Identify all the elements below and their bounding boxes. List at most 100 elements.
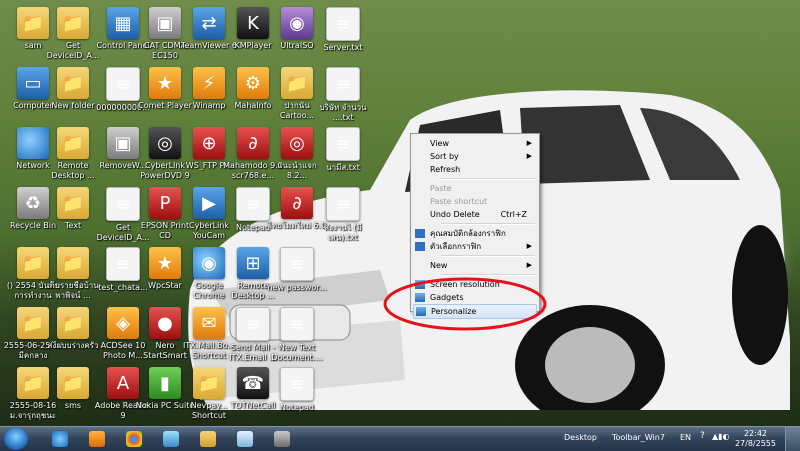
document-icon: ≡ bbox=[236, 307, 270, 341]
folder-icon: 📁 bbox=[57, 67, 89, 99]
desktop-icon-label: Server.txt bbox=[323, 43, 363, 52]
menu-separator bbox=[441, 178, 535, 180]
toolbar-desktop[interactable]: Desktop bbox=[564, 433, 597, 442]
document-icon: ≡ bbox=[236, 187, 270, 221]
folder-icon: 📁 bbox=[193, 367, 225, 399]
desktop-icon[interactable]: ≡ New Text Document.... bbox=[266, 304, 328, 366]
toolbar-win7[interactable]: Toolbar_Win7 bbox=[612, 433, 665, 442]
desktop-icon[interactable]: ≡ บริษัท จำนวน ....txt bbox=[312, 64, 374, 126]
menu-item-label: Paste shortcut bbox=[430, 197, 488, 206]
desktop-icon-label: นามีส.txt bbox=[326, 163, 360, 172]
eye-icon: ◎ bbox=[149, 127, 181, 159]
clock[interactable]: 22:42 27/8/2555 bbox=[735, 429, 776, 449]
desktop[interactable]: 📁 sam 📁 Get DeviceID_A... ▦ Control Panel ▣ CAT… bbox=[0, 0, 800, 426]
desktop-icon[interactable]: ≡ ส่งงานไ (มีเสน).txt bbox=[312, 184, 374, 246]
menu-item-label: Refresh bbox=[430, 165, 461, 174]
menu-item-paste-shortcut[interactable]: Paste shortcut bbox=[413, 195, 537, 208]
submenu-arrow-icon: ▶ bbox=[526, 261, 532, 269]
document-icon: ≡ bbox=[326, 7, 360, 41]
folder-icon: 📁 bbox=[57, 127, 89, 159]
submenu-arrow-icon: ▶ bbox=[526, 152, 532, 160]
nero-icon: ● bbox=[149, 307, 181, 339]
disc-icon: ◉ bbox=[281, 7, 313, 39]
document-icon: ≡ bbox=[326, 67, 360, 101]
taskbar-ie-button[interactable] bbox=[46, 429, 74, 449]
menu-item-label: View bbox=[430, 139, 449, 148]
desktop-icon[interactable]: ≡ new passwor... bbox=[266, 244, 328, 306]
target-icon: ◎ bbox=[281, 127, 313, 159]
mahamodo-icon: ∂ bbox=[281, 187, 313, 219]
folder-icon: 📁 bbox=[57, 307, 89, 339]
explorer-icon bbox=[200, 431, 216, 447]
notification-tray-icons[interactable]: ▲▮◐ bbox=[712, 432, 730, 441]
camera-icon: ▶ bbox=[193, 187, 225, 219]
menu-item-new[interactable]: New ▶ bbox=[413, 259, 537, 272]
menu-item-item-8[interactable]: คุณสมบัติกล้องกราฟิก bbox=[413, 227, 537, 240]
gear-icon: ⚙ bbox=[237, 67, 269, 99]
toolbox-icon bbox=[274, 431, 290, 447]
folder-icon: 📁 bbox=[57, 7, 89, 39]
desktop-icon-label: new passwor... bbox=[267, 283, 327, 292]
document-icon: ≡ bbox=[280, 367, 314, 401]
desktop-icon[interactable]: ≡ นามีส.txt bbox=[312, 124, 374, 186]
taskbar-pen-button[interactable] bbox=[157, 429, 185, 449]
folder-icon: 📁 bbox=[57, 187, 89, 219]
document-icon: ≡ bbox=[280, 247, 314, 281]
chrome-icon: ◉ bbox=[193, 247, 225, 279]
document-icon: ≡ bbox=[326, 187, 360, 221]
intel-icon bbox=[415, 229, 425, 238]
kmplayer-icon: K bbox=[237, 7, 269, 39]
menu-item-refresh[interactable]: Refresh bbox=[413, 163, 537, 176]
epson-icon: P bbox=[149, 187, 181, 219]
desktop-icon-label: บริษัท จำนวน ....txt bbox=[319, 103, 367, 122]
taskbar-notepad-button[interactable] bbox=[231, 429, 259, 449]
taskbar-explorer-button[interactable] bbox=[194, 429, 222, 449]
desktop-icon-label: ส่งงานไ (มีเสน).txt bbox=[324, 223, 362, 242]
notepad-icon bbox=[237, 431, 253, 447]
show-desktop-button[interactable] bbox=[785, 427, 800, 451]
menu-item-label: Sort by bbox=[430, 152, 459, 161]
app-icon: ▣ bbox=[149, 7, 181, 39]
desktop-icon-label: Notepad bbox=[280, 403, 314, 412]
remote-icon: ⊞ bbox=[237, 247, 269, 279]
menu-item-item-9[interactable]: ตัวเลือกกราฟิก ▶ bbox=[413, 240, 537, 253]
star-icon: ★ bbox=[149, 247, 181, 279]
folder-icon: 📁 bbox=[281, 67, 313, 99]
desktop-icon-label: New Text Document.... bbox=[271, 343, 323, 362]
menu-separator bbox=[441, 274, 535, 276]
red-ellipse-annotation bbox=[383, 277, 547, 331]
mail-icon: ✉ bbox=[193, 307, 225, 339]
desktop-icon[interactable]: ≡ Server.txt bbox=[312, 4, 374, 66]
document-icon: ≡ bbox=[280, 307, 314, 341]
menu-separator bbox=[441, 255, 535, 257]
clock-date: 27/8/2555 bbox=[734, 439, 776, 448]
start-button[interactable] bbox=[4, 428, 28, 450]
phone-icon: ☎ bbox=[237, 367, 269, 399]
folder-icon: 📁 bbox=[57, 367, 89, 399]
menu-item-paste[interactable]: Paste bbox=[413, 182, 537, 195]
nokia-icon: ▮ bbox=[149, 367, 181, 399]
media-player-icon bbox=[89, 431, 105, 447]
menu-separator bbox=[441, 223, 535, 225]
ftp-icon: ⊕ bbox=[193, 127, 225, 159]
menu-item-label: ตัวเลือกกราฟิก bbox=[430, 242, 482, 251]
document-icon: ≡ bbox=[326, 127, 360, 161]
help-icon[interactable]: ? bbox=[700, 431, 705, 441]
clock-time: 22:42 bbox=[743, 429, 768, 438]
intel-icon bbox=[415, 242, 425, 251]
menu-item-label: คุณสมบัติกล้องกราฟิก bbox=[430, 229, 506, 238]
taskbar-media-player-button[interactable] bbox=[83, 429, 111, 449]
menu-item-undo-delete[interactable]: Undo Delete Ctrl+Z bbox=[413, 208, 537, 221]
desktop-icon[interactable]: ≡ Notepad bbox=[266, 364, 328, 426]
chrome-icon bbox=[126, 431, 142, 447]
menu-item-view[interactable]: View ▶ bbox=[413, 137, 537, 150]
menu-item-label: New bbox=[430, 261, 448, 270]
menu-item-label: Paste bbox=[430, 184, 452, 193]
taskbar-chrome-button[interactable] bbox=[120, 429, 148, 449]
menu-item-sort-by[interactable]: Sort by ▶ bbox=[413, 150, 537, 163]
taskbar-toolbox-button[interactable] bbox=[268, 429, 296, 449]
mahamodo-icon: ∂ bbox=[237, 127, 269, 159]
star-icon: ★ bbox=[149, 67, 181, 99]
language-indicator[interactable]: EN bbox=[680, 433, 691, 442]
ie-icon bbox=[52, 431, 68, 447]
